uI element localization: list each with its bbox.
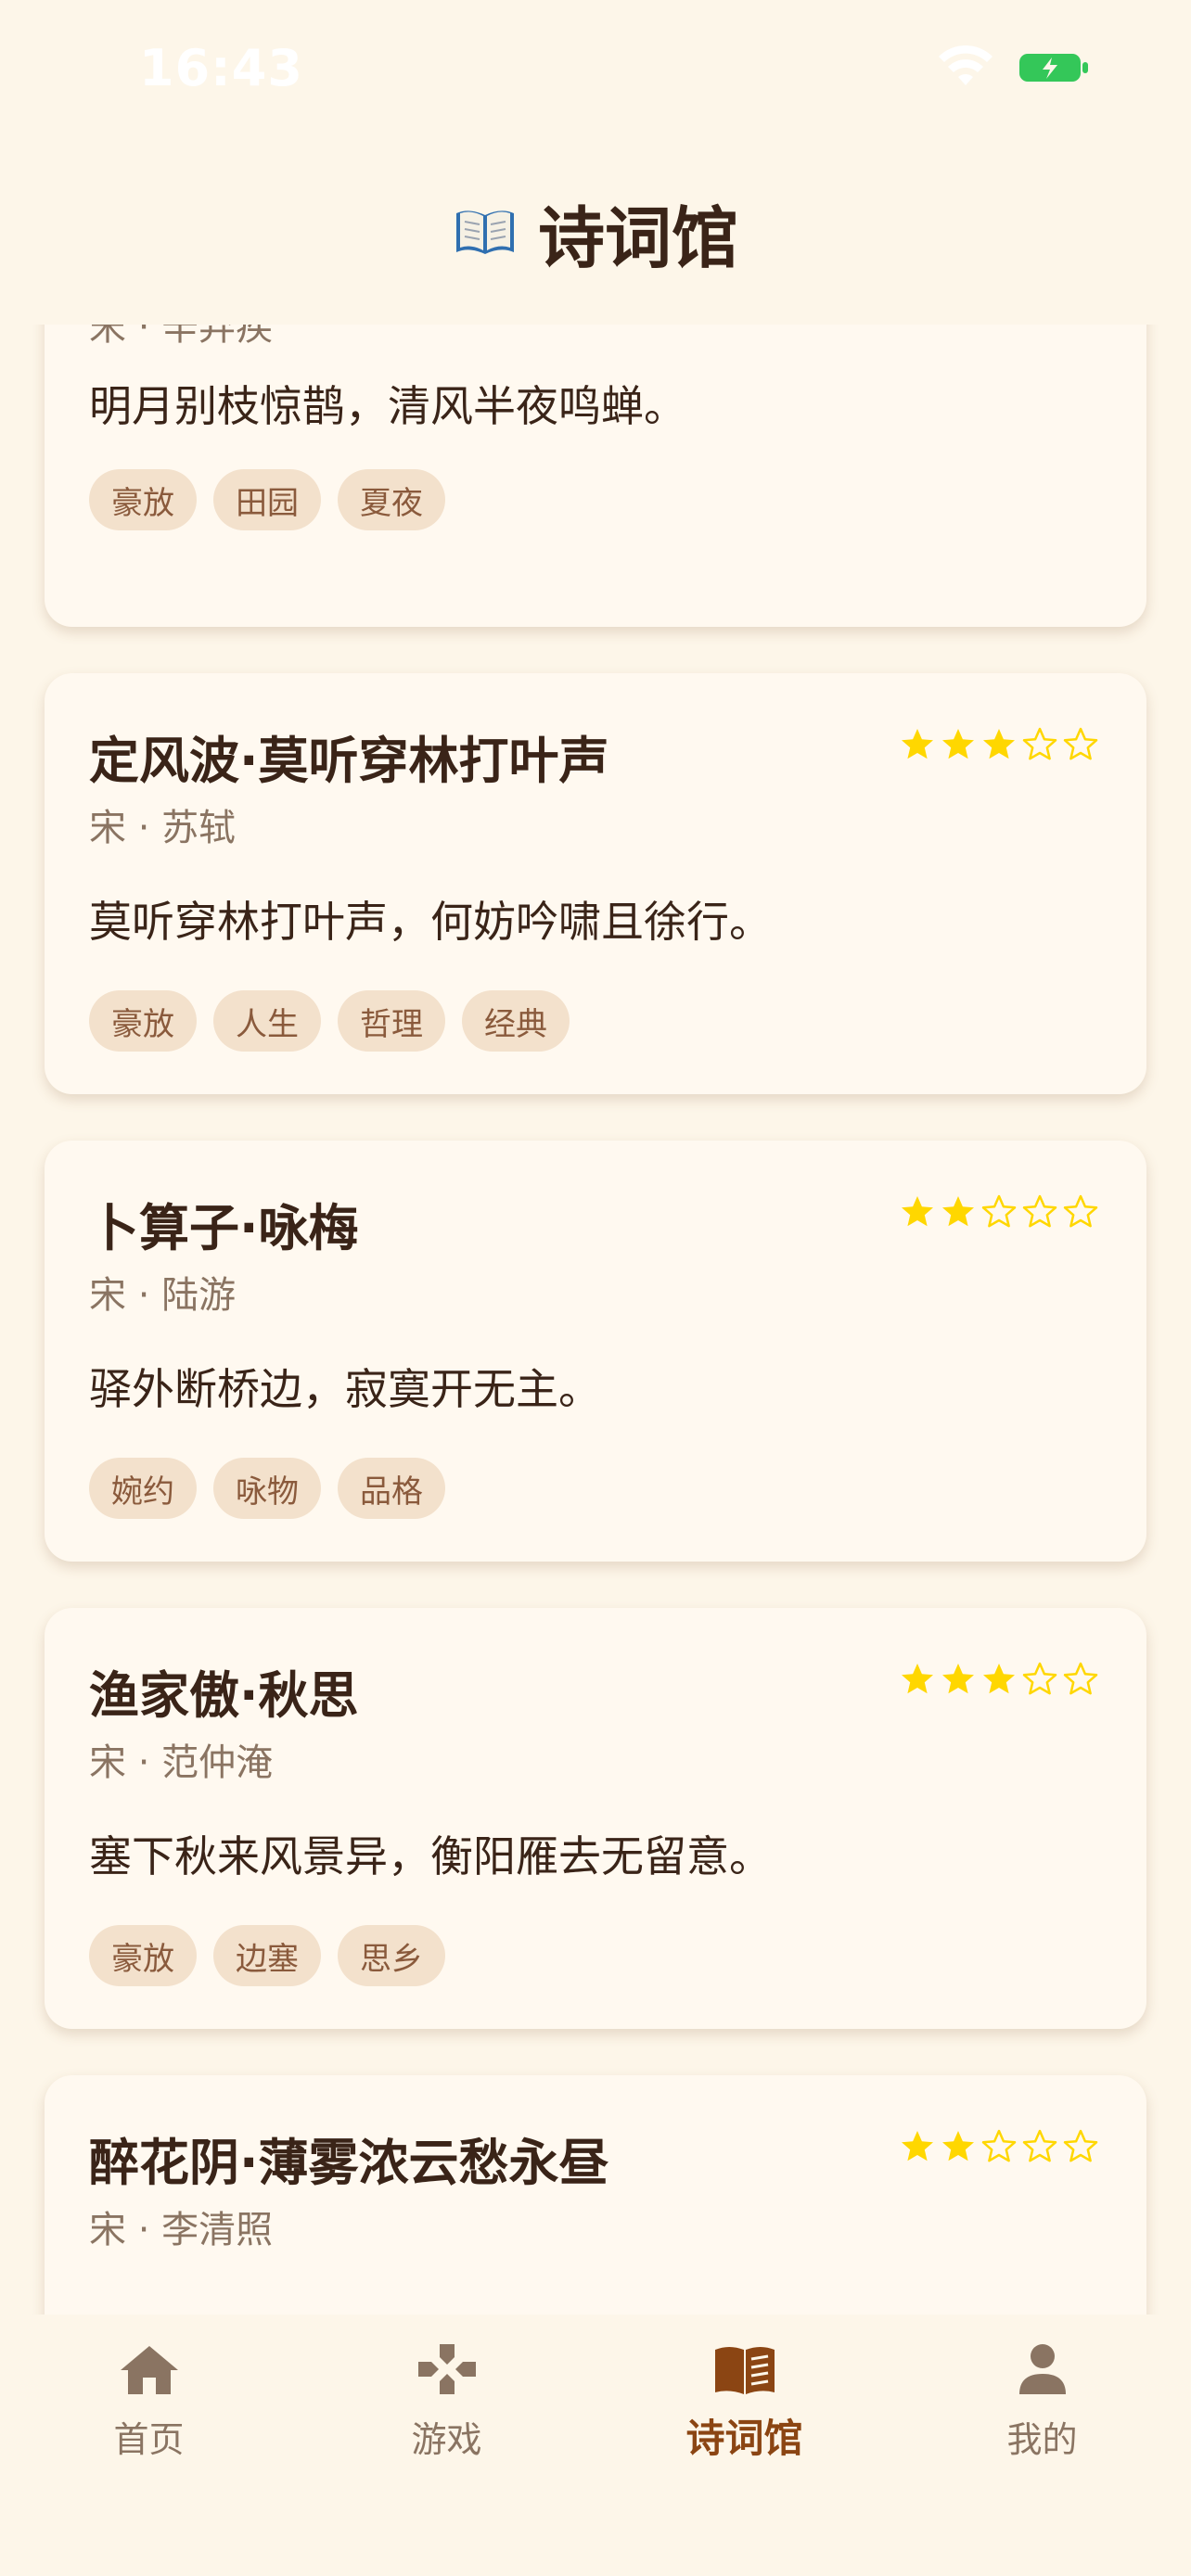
poem-author: 宋 · 苏轼: [89, 807, 237, 849]
poem-tag[interactable]: 咏物: [213, 1458, 321, 1519]
star-filled-icon: [983, 1664, 1015, 1694]
rating-stars: [900, 1662, 1098, 1697]
star-empty-icon: [1063, 727, 1098, 760]
poem-tag[interactable]: 田园: [213, 469, 321, 530]
poem-list[interactable]: 宋 · 辛弃疾 明月别枝惊鹊，清风半夜鸣蝉。 豪放 田园 夏夜 定风波·莫听穿林…: [0, 325, 1191, 2315]
poem-tag[interactable]: 边塞: [213, 1925, 321, 1986]
star-filled-icon: [983, 729, 1015, 759]
star-filled-icon: [942, 1196, 974, 1227]
wifi-icon: [939, 45, 992, 85]
poem-tags: 豪放 边塞 思乡: [89, 1925, 445, 1986]
poem-tags: 婉约 咏物 品格: [89, 1458, 445, 1519]
poem-tag[interactable]: 豪放: [89, 1925, 197, 1986]
poem-line: 莫听穿林打叶声，何妨吟啸且徐行。: [89, 897, 772, 947]
tab-label: 首页: [113, 2419, 185, 2460]
book-icon: [714, 2347, 775, 2394]
poem-card[interactable]: 渔家傲·秋思 宋 · 范仲淹 塞下秋来风景异，衡阳雁去无留意。 豪放 边塞 思乡: [45, 1608, 1146, 2029]
rating-stars: [900, 2129, 1098, 2164]
star-empty-icon: [981, 2129, 1017, 2162]
poem-card[interactable]: 定风波·莫听穿林打叶声 宋 · 苏轼 莫听穿林打叶声，何妨吟啸且徐行。 豪放 人…: [45, 673, 1146, 1094]
poem-tags: 豪放 田园 夏夜: [89, 469, 445, 530]
gamepad-icon: [417, 2344, 476, 2394]
star-empty-icon: [1022, 1662, 1057, 1695]
poem-tag[interactable]: 婉约: [89, 1458, 197, 1519]
poem-tag[interactable]: 夏夜: [338, 469, 445, 530]
star-filled-icon: [902, 729, 933, 759]
star-filled-icon: [902, 1664, 933, 1694]
tab-poetry[interactable]: 诗词馆: [596, 2340, 893, 2489]
header-title-group: 诗词馆: [453, 184, 738, 281]
poem-title: 醉花阴·薄雾浓云愁永昼: [89, 2134, 609, 2192]
poem-tag[interactable]: 经典: [462, 990, 570, 1052]
open-book-icon: [455, 210, 514, 254]
poem-line: 塞下秋来风景异，衡阳雁去无留意。: [89, 1831, 772, 1881]
tab-label: 诗词馆: [685, 2416, 803, 2461]
page-title: 诗词馆: [537, 198, 738, 277]
poem-line: 驿外断桥边，寂寞开无主。: [89, 1364, 601, 1414]
tab-bar: 首页 游戏 诗词馆 我的: [0, 2315, 1191, 2576]
poem-title: 卜算子·咏梅: [89, 1199, 359, 1257]
star-empty-icon: [1063, 1194, 1098, 1228]
poem-card[interactable]: 宋 · 辛弃疾 明月别枝惊鹊，清风半夜鸣蝉。 豪放 田园 夏夜: [45, 325, 1146, 627]
header: 诗词馆: [0, 139, 1191, 325]
star-empty-icon: [1063, 2129, 1098, 2162]
poem-card[interactable]: 卜算子·咏梅 宋 · 陆游 驿外断桥边，寂寞开无主。 婉约 咏物 品格: [45, 1141, 1146, 1562]
person-icon: [1018, 2344, 1066, 2394]
tab-label: 我的: [1006, 2419, 1078, 2460]
tab-home[interactable]: 首页: [0, 2340, 298, 2489]
poem-tag[interactable]: 豪放: [89, 990, 197, 1052]
battery-icon: [1019, 54, 1088, 82]
star-empty-icon: [981, 1194, 1017, 1228]
poem-title: 渔家傲·秋思: [89, 1666, 359, 1725]
poem-author: 宋 · 辛弃疾: [89, 325, 274, 349]
poem-tag[interactable]: 品格: [338, 1458, 445, 1519]
screen: 16:43 诗词馆 宋 · 辛弃疾 明月别枝惊鹊，清风半夜鸣蝉。 豪放 田园 夏…: [0, 0, 1191, 2576]
tab-profile[interactable]: 我的: [893, 2340, 1191, 2489]
poem-card[interactable]: 醉花阴·薄雾浓云愁永昼 宋 · 李清照: [45, 2075, 1146, 2315]
star-filled-icon: [902, 2131, 933, 2162]
home-icon: [120, 2346, 178, 2394]
status-bar: 16:43: [0, 0, 1191, 139]
star-empty-icon: [1022, 727, 1057, 760]
poem-tag[interactable]: 豪放: [89, 469, 197, 530]
tab-games[interactable]: 游戏: [298, 2340, 596, 2489]
poem-author: 宋 · 陆游: [89, 1274, 237, 1317]
star-empty-icon: [1022, 1194, 1057, 1228]
star-filled-icon: [902, 1196, 933, 1227]
star-empty-icon: [1022, 2129, 1057, 2162]
home-indicator[interactable]: [401, 2543, 790, 2556]
star-filled-icon: [942, 1664, 974, 1694]
star-filled-icon: [942, 729, 974, 759]
rating-stars: [900, 1194, 1098, 1230]
rating-stars: [900, 727, 1098, 762]
poem-title: 定风波·莫听穿林打叶声: [89, 732, 609, 790]
poem-tag[interactable]: 思乡: [338, 1925, 445, 1986]
poem-tag[interactable]: 人生: [213, 990, 321, 1052]
poem-tag[interactable]: 哲理: [338, 990, 445, 1052]
star-empty-icon: [1063, 1662, 1098, 1695]
poem-author: 宋 · 范仲淹: [89, 1741, 274, 1784]
star-filled-icon: [942, 2131, 974, 2162]
poem-line: 明月别枝惊鹊，清风半夜鸣蝉。: [89, 381, 686, 431]
status-time: 16:43: [139, 39, 303, 97]
tab-label: 游戏: [411, 2419, 482, 2460]
poem-author: 宋 · 李清照: [89, 2209, 274, 2251]
poem-tags: 豪放 人生 哲理 经典: [89, 990, 570, 1052]
